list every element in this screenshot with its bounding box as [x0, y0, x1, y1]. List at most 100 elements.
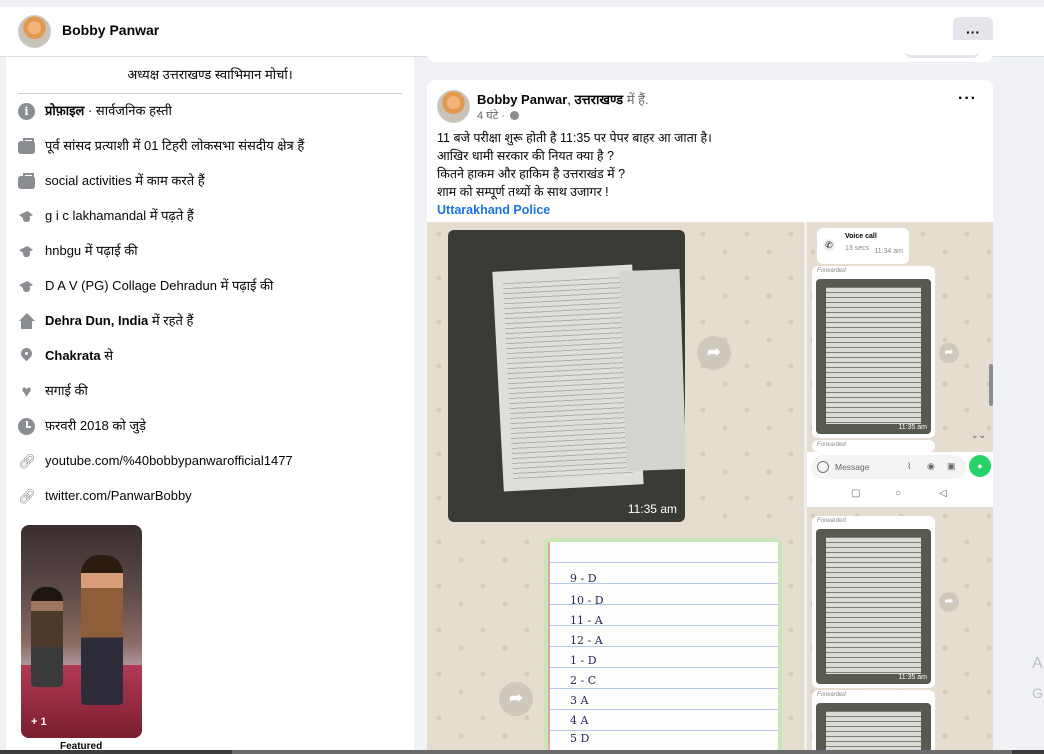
clock-icon	[18, 418, 35, 435]
answer-line: 2 - C	[570, 674, 597, 687]
intro-item-work: पूर्व सांसद प्रत्याशी में 01 टिहरी लोकसभ…	[6, 136, 414, 171]
graduation-cap-icon	[18, 208, 35, 225]
answer-line: 12 - A	[570, 634, 603, 647]
featured-count: + 1	[31, 716, 47, 728]
scrollbar-thumb[interactable]	[989, 364, 993, 406]
post-tag-link[interactable]: Uttarakhand Police	[437, 201, 712, 219]
globe-icon	[510, 111, 519, 120]
post-meta: 4 घंटे ·	[477, 108, 519, 123]
intro-list: i प्रोफ़ाइल · सार्वजनिक हस्ती पूर्व सांसद…	[6, 101, 414, 521]
intro-item-education: hnbgu में पढ़ाई की	[6, 241, 414, 276]
forwarded-label: Forwarded	[817, 692, 846, 698]
post-author-avatar[interactable]	[437, 90, 470, 123]
forward-icon[interactable]: ➦	[499, 682, 533, 716]
intro-item-link[interactable]: Dehra Dun, India	[45, 313, 148, 328]
intro-item-text: hnbgu में पढ़ाई की	[45, 243, 138, 258]
intro-item-youtube[interactable]: 🔗︎ youtube.com/%40bobbypanwarofficial1477	[6, 451, 414, 486]
photo-timestamp: 11:35 am	[627, 502, 677, 516]
post-location-separator: ,	[567, 92, 575, 107]
intro-item-text: social activities में काम करते हैं	[45, 173, 205, 188]
home-icon	[18, 313, 35, 330]
nav-recent-icon: ▢	[851, 488, 861, 499]
nav-back-icon: ◁	[939, 488, 947, 499]
intro-item-text: पूर्व सांसद प्रत्याशी में 01 टिहरी लोकसभ…	[45, 138, 305, 153]
whatsapp-message-bar: Message ⌇ ◉ ▣ ● ▢ ○ ◁	[807, 452, 993, 507]
post-time[interactable]: 4 घंटे ·	[477, 110, 508, 122]
previous-card-button[interactable]	[905, 46, 979, 58]
profile-name[interactable]: Bobby Panwar	[62, 22, 159, 38]
forwarded-time: 11:35 am	[898, 424, 927, 431]
forwarded-label: Forwarded	[817, 268, 846, 274]
answer-line: 5 D	[570, 732, 590, 745]
horizontal-scrollbar-thumb[interactable]	[232, 750, 1012, 754]
camera-icon: ▣	[947, 461, 956, 471]
forwarded-image	[816, 703, 931, 754]
exam-paper-photo[interactable]: 11:35 am	[448, 230, 685, 522]
intro-item-link[interactable]: Chakrata	[45, 348, 101, 363]
payment-icon: ◉	[927, 461, 935, 471]
link-icon: 🔗︎	[18, 453, 36, 469]
intro-item-text: D A V (PG) Collage Dehradun में पढ़ाई की	[45, 278, 274, 293]
scroll-down-icon: ⌄⌄	[971, 430, 987, 440]
intro-item-text: में रहते हैं	[148, 313, 194, 328]
intro-link-youtube[interactable]: youtube.com/%40bobbypanwarofficial1477	[45, 453, 293, 468]
intro-item-joined: फ़रवरी 2018 को जुड़े	[6, 416, 414, 451]
emoji-icon	[817, 461, 829, 473]
answer-sheet-photo[interactable]: 9 - D 10 - D 11 - A 12 - A 1 - D 2 - C 3…	[544, 538, 782, 754]
intro-item-work: social activities में काम करते हैं	[6, 171, 414, 206]
post-line: शाम को सम्पूर्ण तथ्यों के साथ उजागर !	[437, 185, 609, 199]
mic-icon: ●	[969, 455, 991, 477]
post-card: Bobby Panwar, उत्तराखण्ड में हैं. 4 घंटे…	[427, 80, 993, 754]
answer-line: 4 A	[570, 714, 589, 727]
profile-avatar[interactable]	[18, 15, 51, 48]
intro-item-education: D A V (PG) Collage Dehradun में पढ़ाई की	[6, 276, 414, 311]
featured-photo[interactable]: + 1	[21, 525, 142, 738]
intro-item-from: Chakrata से	[6, 346, 414, 381]
voice-call-title: Voice call	[845, 233, 877, 240]
post-more-button[interactable]: ···	[958, 91, 977, 107]
attach-icon: ⌇	[907, 461, 912, 471]
intro-panel: अध्यक्ष उत्तराखण्ड स्वाभिमान मोर्चा। i प्…	[6, 57, 414, 754]
forward-icon[interactable]: ➦	[697, 336, 731, 370]
forwarded-time: 11:35 am	[898, 674, 927, 681]
post-author-line: Bobby Panwar, उत्तराखण्ड में हैं.	[477, 90, 649, 108]
graduation-cap-icon	[18, 243, 35, 260]
horizontal-scrollbar[interactable]	[0, 750, 1044, 754]
intro-item-profile: i प्रोफ़ाइल · सार्वजनिक हस्ती	[6, 101, 414, 136]
post-line: आखिर धामी सरकार की नियत क्या है ?	[437, 149, 614, 163]
phone-icon: ✆	[823, 239, 835, 251]
graduation-cap-icon	[18, 278, 35, 295]
post-location[interactable]: उत्तराखण्ड	[575, 92, 624, 107]
forwarded-bubble-partial: Forwarded	[812, 440, 935, 452]
forwarded-label: Forwarded	[817, 518, 846, 524]
intro-item-twitter[interactable]: 🔗︎ twitter.com/PanwarBobby	[6, 486, 414, 521]
intro-item-text: g i c lakhamandal में पढ़ते हैं	[45, 208, 194, 223]
answer-line: 9 - D	[570, 572, 597, 585]
intro-item-text: से	[100, 348, 114, 363]
voice-call-duration: 13 secs	[845, 245, 870, 252]
briefcase-icon	[18, 138, 35, 154]
intro-bio: अध्यक्ष उत्तराखण्ड स्वाभिमान मोर्चा।	[18, 65, 402, 94]
forward-icon: ➦	[939, 592, 959, 612]
intro-item-text: · सार्वजनिक हस्ती	[84, 103, 172, 118]
link-icon: 🔗︎	[18, 488, 36, 504]
intro-link-twitter[interactable]: twitter.com/PanwarBobby	[45, 488, 192, 503]
forwarded-image-bubble: Forwarded 11:35 am	[812, 266, 935, 438]
post-author-name[interactable]: Bobby Panwar	[477, 92, 567, 107]
briefcase-icon	[18, 173, 35, 189]
intro-item-text: सगाई की	[45, 383, 88, 398]
voice-call-time: 11:34 am	[874, 248, 903, 255]
info-icon: i	[18, 103, 35, 120]
post-text: 11 बजे परीक्षा शुरू होती है 11:35 पर पेप…	[437, 129, 712, 219]
post-media[interactable]: 11:35 am ➦ 9 - D 10 - D 11 - A 12 - A 1 …	[427, 222, 993, 754]
intro-item-text: फ़रवरी 2018 को जुड़े	[45, 418, 146, 433]
side-letter: G	[1032, 685, 1043, 701]
forwarded-image-bubble: Forwarded	[812, 690, 935, 754]
side-letter: A	[1032, 655, 1043, 672]
answer-line: 3 A	[570, 694, 589, 707]
post-line: कितने हाकम और हाकिम है उत्तराखंड में ?	[437, 167, 626, 181]
message-input: Message	[811, 455, 966, 479]
answer-line: 1 - D	[570, 654, 597, 667]
intro-item-lives-in: Dehra Dun, India में रहते हैं	[6, 311, 414, 346]
answer-sheet: 9 - D 10 - D 11 - A 12 - A 1 - D 2 - C 3…	[548, 542, 778, 754]
